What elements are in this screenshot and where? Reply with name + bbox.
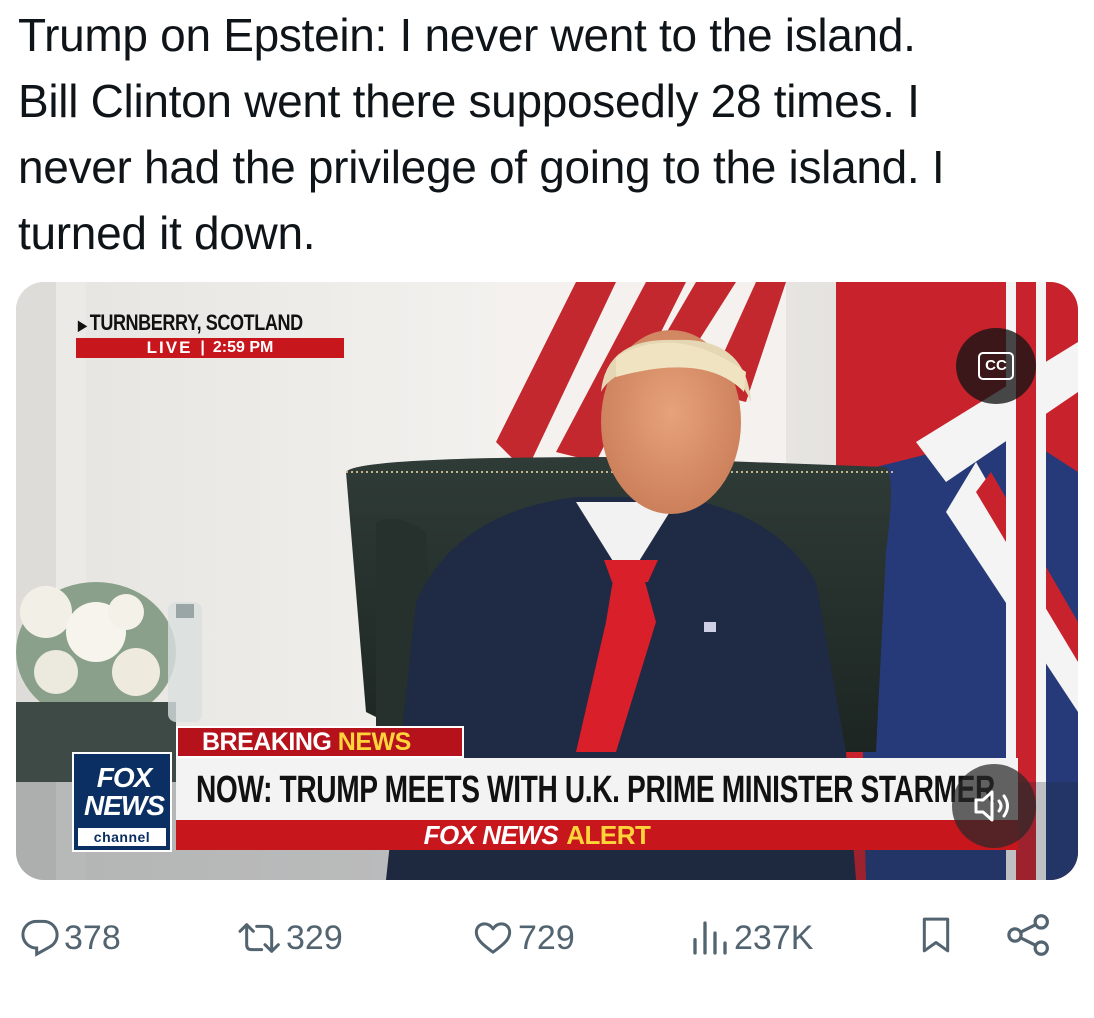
tweet-actions: 378 329 729 237K — [0, 900, 1094, 980]
reply-button[interactable]: 378 — [20, 914, 121, 962]
speaker-icon — [974, 790, 1009, 822]
logo-bottom-text: channel — [78, 828, 166, 846]
unmute-button[interactable] — [952, 764, 1036, 848]
share-button[interactable] — [1006, 914, 1052, 956]
location-label: ▶ TURNBERRY, SCOTLAND — [78, 310, 303, 336]
alert-brand: FOX NEWS — [423, 820, 559, 850]
fox-news-logo: FOX NEWS channel — [72, 752, 172, 852]
tweet-text-line: never had the privilege of going to the … — [18, 141, 945, 193]
headline-text: NOW: TRUMP MEETS WITH U.K. PRIME MINISTE… — [196, 769, 995, 811]
live-time: 2:59 PM — [212, 339, 274, 356]
logo-top-text: FOX — [96, 762, 153, 793]
tweet-text-line: Trump on Epstein: I never went to the is… — [18, 9, 916, 61]
like-icon — [474, 922, 512, 954]
repost-icon — [238, 923, 280, 953]
tweet-text-line: Bill Clinton went there supposedly 28 ti… — [18, 75, 920, 127]
repost-button[interactable]: 329 — [238, 914, 343, 962]
breaking-word: BREAKING — [202, 728, 332, 756]
location-text: TURNBERRY, SCOTLAND — [89, 310, 303, 335]
share-icon — [1007, 914, 1049, 956]
reply-count: 378 — [64, 919, 121, 957]
closed-captions-button[interactable]: CC — [956, 328, 1036, 404]
repost-count: 329 — [286, 919, 343, 957]
views-button[interactable]: 237K — [690, 914, 813, 962]
like-button[interactable]: 729 — [472, 914, 575, 962]
video-player[interactable]: ▶ TURNBERRY, SCOTLAND LIVE | 2:59 PM CC B… — [16, 282, 1078, 880]
logo-middle-text: NEWS — [84, 790, 165, 821]
live-bar: LIVE | 2:59 PM — [76, 338, 344, 358]
views-icon — [693, 921, 727, 955]
breaking-news-label: BREAKING NEWS — [176, 726, 464, 758]
like-count: 729 — [518, 919, 575, 957]
live-separator: | — [200, 339, 205, 356]
reply-icon — [21, 919, 59, 957]
closed-captions-icon: CC — [978, 352, 1014, 380]
news-word: NEWS — [337, 728, 412, 756]
bookmark-icon — [922, 917, 950, 953]
play-triangle-icon: ▶ — [78, 317, 87, 333]
alert-word: ALERT — [566, 820, 651, 850]
live-label: LIVE — [146, 338, 193, 357]
tweet-text: Trump on Epstein: I never went to the is… — [18, 2, 1078, 266]
fox-news-alert-bar: FOX NEWS ALERT — [176, 820, 1018, 850]
views-count: 237K — [734, 919, 814, 957]
tweet-text-line: turned it down. — [18, 207, 316, 259]
bookmark-button[interactable] — [916, 914, 956, 956]
